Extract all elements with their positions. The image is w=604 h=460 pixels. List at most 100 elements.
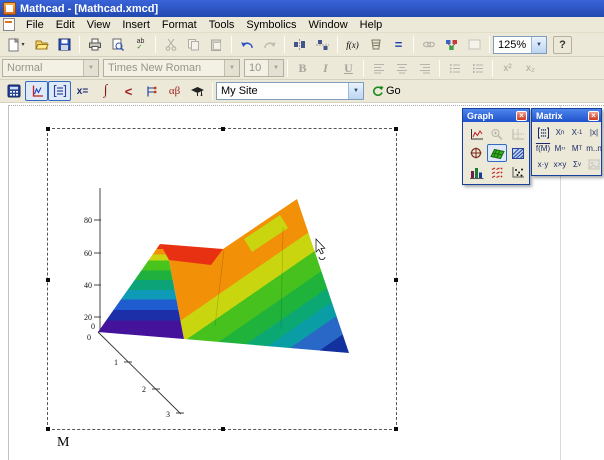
style-dropdown-arrow[interactable]: ▼	[83, 60, 98, 76]
xy-plot-button[interactable]	[466, 125, 486, 143]
range-variable-button[interactable]: m..n	[586, 141, 602, 156]
resources-combobox[interactable]: My Site ▼	[216, 82, 364, 100]
calculus-toolbar-button[interactable]: ∫	[94, 81, 117, 101]
picture-button[interactable]	[586, 157, 602, 172]
selection-handle[interactable]	[46, 427, 50, 431]
save-button[interactable]	[53, 35, 76, 55]
insert-component-button[interactable]	[440, 35, 463, 55]
scatter3d-plot-button[interactable]	[508, 163, 528, 181]
bold-button[interactable]: B	[291, 58, 314, 78]
boolean-toolbar-button[interactable]: <	[117, 81, 140, 101]
redo-button[interactable]	[258, 35, 281, 55]
zoom-combobox[interactable]: 125% ▼	[493, 36, 547, 54]
subscript-operator-button[interactable]: Xn	[552, 125, 568, 140]
selection-handle[interactable]	[46, 127, 50, 131]
selection-handle[interactable]	[394, 278, 398, 282]
programming-toolbar-button[interactable]	[140, 81, 163, 101]
matrix-palette-titlebar[interactable]: Matrix ×	[532, 109, 601, 122]
determinant-operator-button[interactable]: |x|	[586, 125, 602, 140]
bullet-list-button[interactable]	[443, 58, 466, 78]
align-across-button[interactable]	[288, 35, 311, 55]
trace-plot-button[interactable]	[508, 125, 528, 143]
superscript-button[interactable]: x²	[496, 58, 519, 78]
insert-table-button[interactable]	[463, 35, 486, 55]
undo-button[interactable]	[235, 35, 258, 55]
font-size-dropdown-arrow[interactable]: ▼	[268, 60, 283, 76]
symbolics-toolbar-button[interactable]	[186, 81, 209, 101]
matrix-palette[interactable]: Matrix × Xn X-1 |x| f(M) M‹› MT m..n x·y…	[531, 108, 602, 176]
transpose-operator-button[interactable]: MT	[569, 141, 585, 156]
greek-toolbar-button[interactable]: αβ	[163, 81, 186, 101]
cut-button[interactable]	[159, 35, 182, 55]
help-button[interactable]: ?	[553, 36, 572, 54]
paste-button[interactable]	[205, 35, 228, 55]
zoom-plot-button[interactable]	[487, 125, 507, 143]
open-button[interactable]	[30, 35, 53, 55]
surface-plot-button[interactable]	[487, 144, 507, 162]
surface-plot-region[interactable]: 80 60 40 20 0 0 1 2 3 1	[47, 128, 397, 430]
go-button[interactable]: Go	[368, 84, 404, 98]
selection-handle[interactable]	[394, 427, 398, 431]
resources-dropdown-arrow[interactable]: ▼	[348, 83, 363, 99]
bar3d-plot-button[interactable]	[466, 163, 486, 181]
align-down-button[interactable]	[311, 35, 334, 55]
menu-edit[interactable]: Edit	[50, 18, 81, 32]
graph-palette-close-button[interactable]: ×	[516, 111, 527, 121]
vector-sum-button[interactable]: Σv	[569, 157, 585, 172]
insert-hyperlink-button[interactable]	[417, 35, 440, 55]
menu-symbolics[interactable]: Symbolics	[240, 18, 302, 32]
font-size-combobox[interactable]: 10 ▼	[244, 59, 284, 77]
font-combobox[interactable]: Times New Roman ▼	[103, 59, 240, 77]
selection-handle[interactable]	[394, 127, 398, 131]
menu-window[interactable]: Window	[303, 18, 354, 32]
align-right-button[interactable]	[413, 58, 436, 78]
selection-handle[interactable]	[221, 427, 225, 431]
selection-handle[interactable]	[46, 278, 50, 282]
align-left-button[interactable]	[367, 58, 390, 78]
inverse-operator-button[interactable]: X-1	[569, 125, 585, 140]
underline-button[interactable]: U	[337, 58, 360, 78]
print-button[interactable]	[83, 35, 106, 55]
matrix-toolbar-button[interactable]	[48, 81, 71, 101]
style-combobox[interactable]: Normal ▼	[2, 59, 99, 77]
check-spelling-button[interactable]: ab✓	[129, 35, 152, 55]
evaluation-toolbar-button[interactable]: x=	[71, 81, 94, 101]
polar-plot-button[interactable]	[466, 144, 486, 162]
matrix-variable-region[interactable]: M	[57, 435, 69, 451]
new-button[interactable]: ▾	[2, 35, 30, 55]
italic-button[interactable]: I	[314, 58, 337, 78]
insert-unit-button[interactable]	[364, 35, 387, 55]
calculate-button[interactable]: =	[387, 35, 410, 55]
title-bar[interactable]: Mathcad - [Mathcad.xmcd]	[0, 0, 604, 17]
printer-icon	[88, 38, 102, 51]
vectorize-operator-button[interactable]: f(M)	[535, 141, 551, 156]
graph-palette-titlebar[interactable]: Graph ×	[463, 109, 529, 122]
document-icon[interactable]	[3, 18, 15, 31]
contour-plot-button[interactable]	[508, 144, 528, 162]
selection-handle[interactable]	[221, 127, 225, 131]
calculator-toolbar-button[interactable]	[2, 81, 25, 101]
copy-button[interactable]	[182, 35, 205, 55]
subscript-button[interactable]: x₂	[519, 58, 542, 78]
graph-toolbar-button[interactable]	[25, 81, 48, 101]
menu-file[interactable]: File	[20, 18, 50, 32]
menu-tools[interactable]: Tools	[203, 18, 241, 32]
matrix-column-button[interactable]: M‹›	[552, 141, 568, 156]
menu-insert[interactable]: Insert	[116, 18, 156, 32]
cross-product-button[interactable]: x×y	[552, 157, 568, 172]
menu-format[interactable]: Format	[156, 18, 203, 32]
menu-view[interactable]: View	[81, 18, 117, 32]
menu-help[interactable]: Help	[354, 18, 389, 32]
zoom-dropdown-arrow[interactable]: ▼	[531, 37, 546, 53]
print-preview-button[interactable]	[106, 35, 129, 55]
matrix-or-vector-button[interactable]	[535, 125, 551, 140]
insert-function-button[interactable]: f(x)	[341, 35, 364, 55]
dot-product-button[interactable]: x·y	[535, 157, 551, 172]
align-center-button[interactable]	[390, 58, 413, 78]
matrix-palette-close-button[interactable]: ×	[588, 111, 599, 121]
vector-field-plot-button[interactable]	[487, 163, 507, 181]
new-dropdown-caret[interactable]: ▾	[21, 41, 24, 48]
graph-palette[interactable]: Graph ×	[462, 108, 530, 185]
numbered-list-button[interactable]	[466, 58, 489, 78]
font-dropdown-arrow[interactable]: ▼	[224, 60, 239, 76]
